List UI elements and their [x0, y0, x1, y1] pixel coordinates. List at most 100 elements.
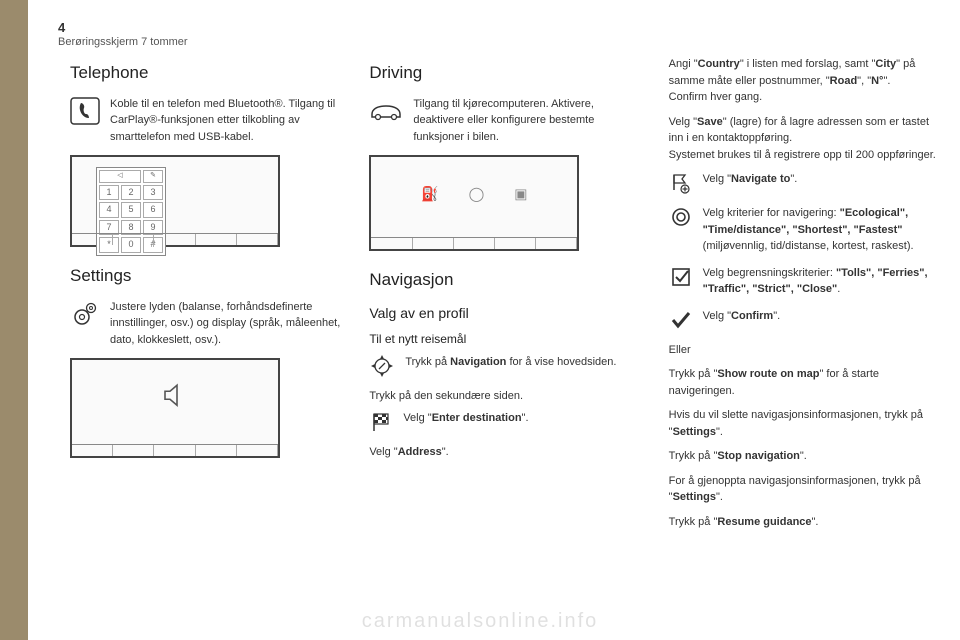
- sound-screenshot: [70, 358, 280, 458]
- t: for å vise hovedsiden.: [506, 356, 616, 368]
- t-bold: Show route on map: [717, 368, 819, 380]
- t: Trykk på ": [669, 450, 718, 462]
- watermark: carmanualsonline.info: [362, 606, 599, 636]
- key-6: 6: [143, 202, 163, 218]
- resume-guidance: Trykk på "Resume guidance".: [669, 514, 940, 531]
- key-3: 3: [143, 185, 163, 201]
- navto-block: Velg "Navigate to".: [669, 171, 940, 195]
- t: Velg ": [669, 116, 697, 128]
- t: Systemet brukes til å registrere opp til…: [669, 149, 936, 161]
- confirm-text: Velg "Confirm".: [703, 308, 940, 325]
- t-bold: Settings: [673, 491, 716, 503]
- t-bold: Save: [697, 116, 723, 128]
- tabs: [72, 444, 278, 456]
- diag-icon: ▣: [514, 183, 527, 204]
- t: ".: [716, 491, 723, 503]
- tabs: [371, 237, 577, 249]
- secondary-text: Trykk på den sekundære siden.: [369, 388, 640, 405]
- key-5: 5: [121, 202, 141, 218]
- key-1: 1: [99, 185, 119, 201]
- t: Velg ": [369, 446, 397, 458]
- t-bold: City: [875, 58, 896, 70]
- delete-nav: Hvis du vil slette navigasjonsinformasjo…: [669, 407, 940, 440]
- t: .: [837, 283, 840, 295]
- flag-plus-icon: [669, 171, 693, 195]
- address-text: Velg "Address".: [369, 444, 640, 461]
- gear-icon: [70, 299, 100, 329]
- limits-text: Velg begrensningskriterier: "Tolls", "Fe…: [703, 265, 940, 298]
- resume-settings: For å gjenoppta navigasjonsinformasjonen…: [669, 473, 940, 506]
- show-route: Trykk på "Show route on map" for å start…: [669, 366, 940, 399]
- telephone-heading: Telephone: [70, 60, 341, 86]
- enter-dest-block: Velg "Enter destination".: [369, 410, 640, 434]
- side-stripe: [0, 0, 28, 640]
- t-bold: Stop navigation: [717, 450, 800, 462]
- driving-icons: ⛽ ◯ ▣: [421, 183, 527, 204]
- key-2: 2: [121, 185, 141, 201]
- check-icon: [669, 308, 693, 332]
- keypad-screenshot: ◁✎ 123 456 789 *0#: [70, 155, 280, 247]
- t-bold: Address: [398, 446, 442, 458]
- criteria-text: Velg kriterier for navigering: "Ecologic…: [703, 205, 940, 255]
- checkbox-icon: [669, 265, 693, 289]
- key-4: 4: [99, 202, 119, 218]
- t: Angi ": [669, 58, 698, 70]
- t: ".: [790, 173, 797, 185]
- driving-block: Tilgang til kjørecomputeren. Aktivere, d…: [369, 96, 640, 146]
- t-bold: Country: [698, 58, 740, 70]
- enter-dest-text: Velg "Enter destination".: [403, 410, 640, 427]
- t: ".: [812, 516, 819, 528]
- p2: Velg "Save" (lagre) for å lagre adressen…: [669, 114, 940, 164]
- t: ".: [522, 412, 529, 424]
- speaker-icon: [161, 382, 189, 416]
- t-bold: Enter destination: [432, 412, 522, 424]
- driving-heading: Driving: [369, 60, 640, 86]
- t: Trykk på: [405, 356, 450, 368]
- t: Velg kriterier for navigering:: [703, 207, 837, 219]
- confirm-block: Velg "Confirm".: [669, 308, 940, 332]
- t-bold: Confirm: [731, 310, 773, 322]
- nav-sub1: Valg av en profil: [369, 303, 640, 324]
- car-icon: [369, 96, 403, 126]
- phone-icon: [70, 96, 100, 126]
- t: " i listen med forslag, samt ": [740, 58, 876, 70]
- t: Velg begrensningskriterier:: [703, 267, 836, 279]
- driving-screenshot: ⛽ ◯ ▣: [369, 155, 579, 251]
- content-columns: Telephone Koble til en telefon med Bluet…: [70, 56, 940, 538]
- settings-desc: Justere lyden (balanse, forhåndsdefinert…: [110, 299, 341, 349]
- p1: Angi "Country" i listen med forslag, sam…: [669, 56, 940, 106]
- t: ".: [773, 310, 780, 322]
- driving-desc: Tilgang til kjørecomputeren. Aktivere, d…: [413, 96, 640, 146]
- t: Trykk på ": [669, 368, 718, 380]
- nav-heading: Navigasjon: [369, 267, 640, 293]
- nav-sub2: Til et nytt reisemål: [369, 330, 640, 348]
- telephone-desc: Koble til en telefon med Bluetooth®. Til…: [110, 96, 341, 146]
- nav-press-text: Trykk på Navigation for å vise hovedside…: [405, 354, 640, 371]
- t-bold: Resume guidance: [717, 516, 811, 528]
- t-bold: Road: [830, 75, 858, 87]
- column-2: Driving Tilgang til kjørecomputeren. Akt…: [369, 56, 640, 538]
- fuel-icon: ⛽: [421, 183, 438, 204]
- settings-heading: Settings: [70, 263, 341, 289]
- column-3: Angi "Country" i listen med forslag, sam…: [669, 56, 940, 538]
- t: Velg ": [403, 412, 431, 424]
- tabs: [72, 233, 278, 245]
- column-1: Telephone Koble til en telefon med Bluet…: [70, 56, 341, 538]
- telephone-block: Koble til en telefon med Bluetooth®. Til…: [70, 96, 341, 146]
- settings-block: Justere lyden (balanse, forhåndsdefinert…: [70, 299, 341, 349]
- t-bold: Navigation: [450, 356, 506, 368]
- stop-nav: Trykk på "Stop navigation".: [669, 448, 940, 465]
- t: Velg ": [703, 310, 731, 322]
- compass-icon: [369, 354, 395, 378]
- t-bold: Settings: [673, 426, 716, 438]
- t: (miljøvennlig, tid/distanse, kortest, ra…: [703, 240, 914, 252]
- flag-icon: [369, 410, 393, 434]
- limits-block: Velg begrensningskriterier: "Tolls", "Fe…: [669, 265, 940, 298]
- t: ".: [716, 426, 723, 438]
- doc-title: Berøringsskjerm 7 tommer: [58, 34, 188, 51]
- target-icon: [669, 205, 693, 229]
- navto-text: Velg "Navigate to".: [703, 171, 940, 188]
- t-bold: Navigate to: [731, 173, 790, 185]
- t: ", ": [857, 75, 871, 87]
- eller: Eller: [669, 342, 940, 359]
